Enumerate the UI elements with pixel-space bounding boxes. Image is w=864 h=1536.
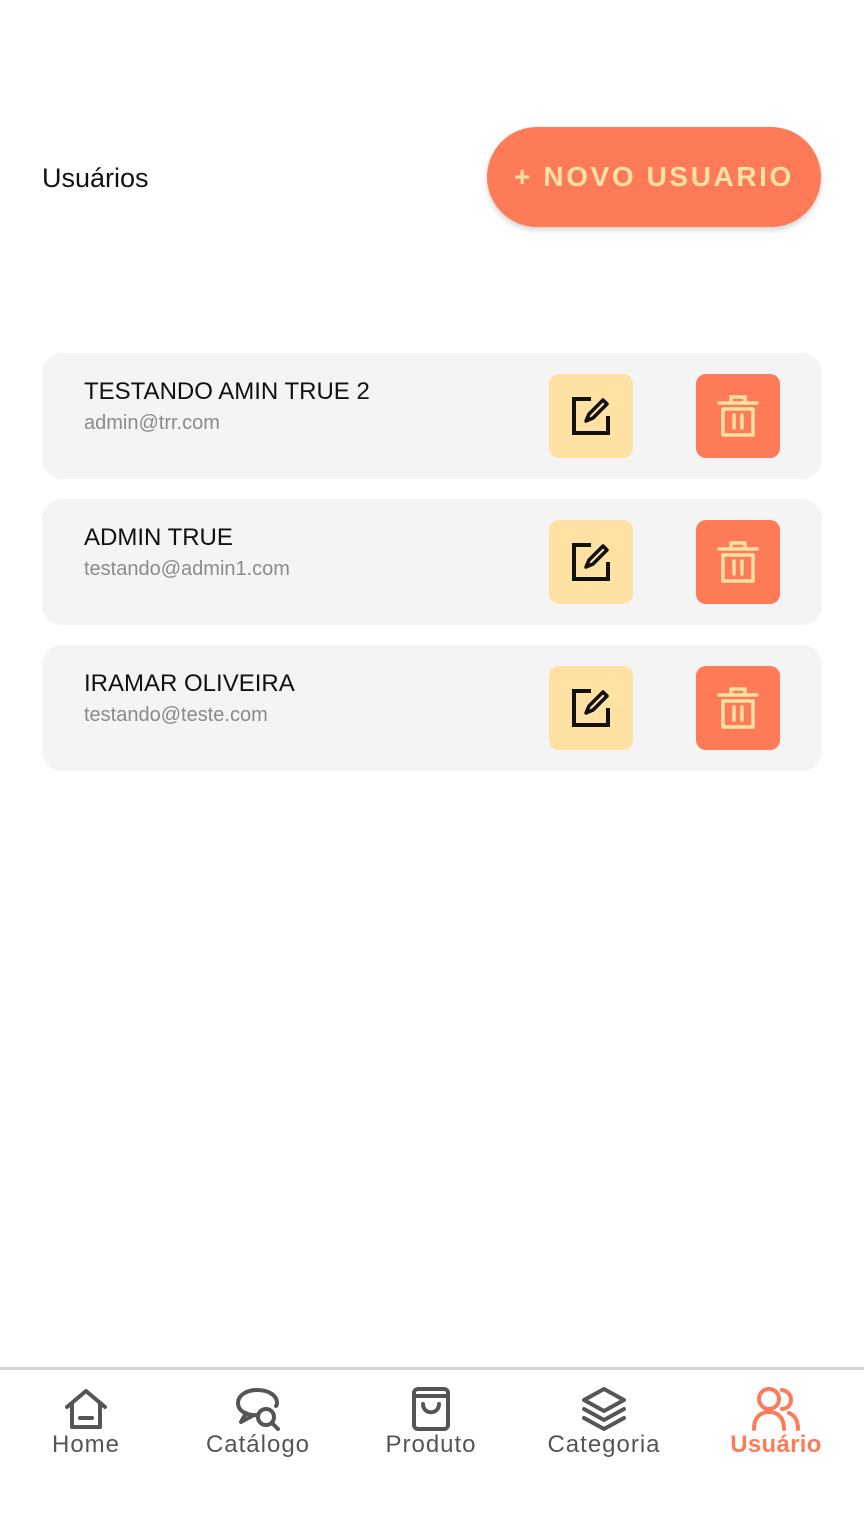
nav-label: Categoria <box>547 1431 661 1458</box>
edit-icon <box>572 397 610 435</box>
user-email: admin@trr.com <box>84 412 220 434</box>
nav-item-category[interactable]: Categoria <box>518 1384 690 1474</box>
delete-user-button[interactable] <box>696 520 780 604</box>
edit-icon <box>572 689 610 727</box>
nav-item-catalog[interactable]: Catálogo <box>172 1384 344 1474</box>
nav-item-users[interactable]: Usuário <box>690 1384 862 1474</box>
delete-user-button[interactable] <box>696 374 780 458</box>
catalog-search-icon <box>233 1384 283 1434</box>
delete-user-button[interactable] <box>696 666 780 750</box>
edit-icon <box>572 543 610 581</box>
shopping-bag-icon <box>406 1384 456 1434</box>
user-name: IRAMAR OLIVEIRA <box>84 670 295 697</box>
nav-label: Usuário <box>730 1431 822 1458</box>
nav-item-home[interactable]: Home <box>0 1384 172 1474</box>
user-email: testando@teste.com <box>84 704 268 726</box>
user-card: TESTANDO AMIN TRUE 2 admin@trr.com <box>42 353 822 479</box>
nav-label: Produto <box>385 1431 477 1458</box>
nav-item-product[interactable]: Produto <box>345 1384 517 1474</box>
trash-icon <box>717 687 759 729</box>
trash-icon <box>717 541 759 583</box>
user-card: ADMIN TRUE testando@admin1.com <box>42 499 822 625</box>
nav-label: Home <box>51 1431 121 1458</box>
user-card: IRAMAR OLIVEIRA testando@teste.com <box>42 645 822 771</box>
header: Usuários + NOVO USUARIO <box>0 0 864 260</box>
user-name: TESTANDO AMIN TRUE 2 <box>84 378 370 405</box>
bottom-navigation: Home Catálogo Produto Categoria Usuário <box>0 1367 864 1536</box>
home-icon <box>61 1384 111 1434</box>
user-name: ADMIN TRUE <box>84 524 233 551</box>
edit-user-button[interactable] <box>549 374 633 458</box>
page-title: Usuários <box>42 163 149 193</box>
edit-user-button[interactable] <box>549 666 633 750</box>
nav-label: Catálogo <box>205 1431 311 1458</box>
users-icon <box>751 1384 801 1434</box>
new-user-button[interactable]: + NOVO USUARIO <box>487 127 821 227</box>
trash-icon <box>717 395 759 437</box>
user-list: TESTANDO AMIN TRUE 2 admin@trr.com ADMIN… <box>42 353 822 791</box>
edit-user-button[interactable] <box>549 520 633 604</box>
layers-icon <box>579 1384 629 1434</box>
user-email: testando@admin1.com <box>84 558 290 580</box>
